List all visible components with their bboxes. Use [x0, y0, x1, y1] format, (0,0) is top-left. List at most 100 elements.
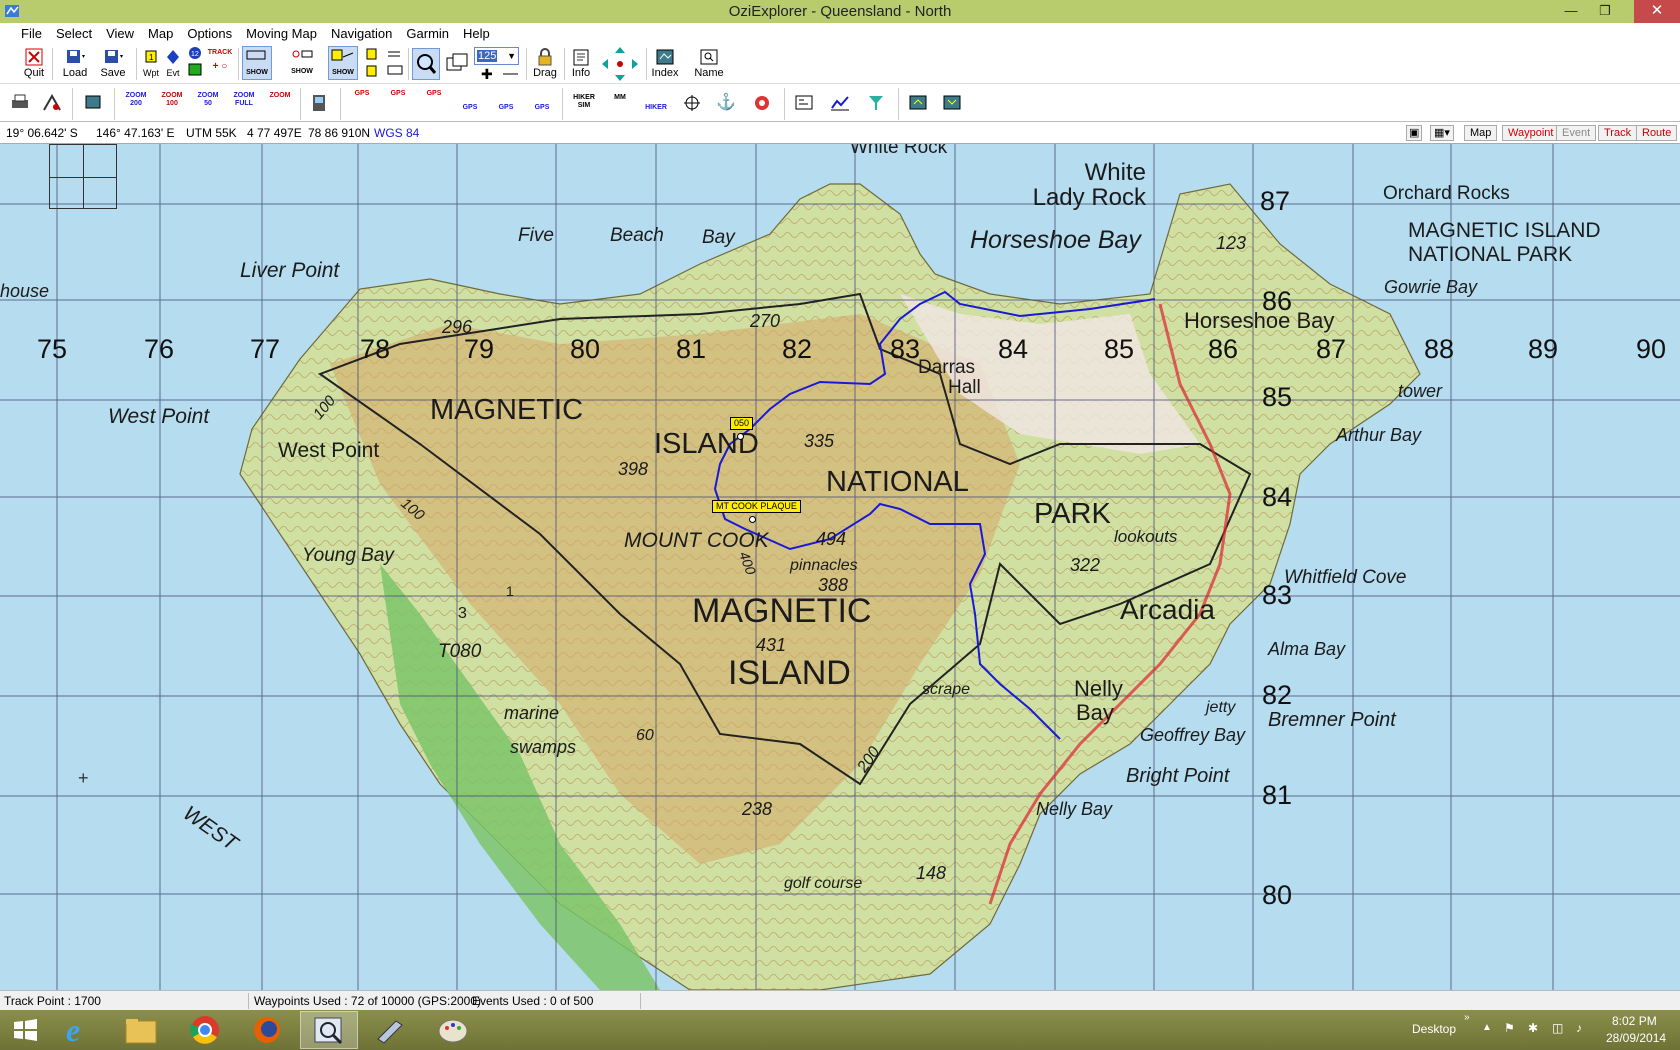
- zoom-in-icon[interactable]: ✚: [481, 66, 493, 83]
- overview-locator[interactable]: [49, 144, 117, 209]
- zoom-200-button[interactable]: ZOOM 200: [122, 92, 150, 108]
- gps-download-waypoints[interactable]: GPS: [384, 90, 412, 98]
- menu-file[interactable]: File: [14, 23, 49, 44]
- zoom-out-icon[interactable]: —: [503, 65, 518, 82]
- quit-button[interactable]: Quit: [20, 47, 48, 80]
- data-window-button[interactable]: [792, 92, 816, 114]
- altitude-plot-button[interactable]: [828, 92, 852, 114]
- start-button[interactable]: [0, 1011, 50, 1049]
- gps-setup-button[interactable]: [308, 92, 332, 114]
- event-button[interactable]: Evt: [162, 47, 184, 80]
- map-view[interactable]: + 75 76 77 78 79 80 81 82 83 84 85 86 87…: [0, 144, 1680, 990]
- taskbar-internet-explorer[interactable]: e: [52, 1011, 110, 1049]
- restore-icon[interactable]: ❐: [1590, 0, 1620, 23]
- main-toolbar: Quit Load Save 1 Wpt Evt 12 TRACK + ○ SH…: [0, 44, 1680, 84]
- moving-map-button[interactable]: MM: [606, 94, 634, 102]
- desktop-toolbar-label[interactable]: Desktop: [1412, 1022, 1456, 1036]
- object-route-button[interactable]: Route: [1636, 125, 1678, 141]
- show-track-tool[interactable]: SHOW: [328, 46, 358, 80]
- zoom-full-button[interactable]: ZOOM FULL: [230, 92, 258, 108]
- zoom-tool[interactable]: [412, 48, 440, 80]
- zoom-50-button[interactable]: ZOOM 50: [194, 92, 222, 108]
- waypoint-list-tools[interactable]: [364, 46, 408, 80]
- grid-easting-78: 78: [360, 334, 391, 364]
- route-tools[interactable]: 12: [184, 45, 206, 83]
- filter-icon: [869, 96, 883, 110]
- clock-date[interactable]: 28/09/2014: [1606, 1031, 1666, 1045]
- waypoint-button[interactable]: 1 Wpt: [140, 47, 162, 80]
- filter-button[interactable]: [864, 92, 888, 114]
- gps-transfer[interactable]: GPS: [528, 104, 556, 112]
- waypoint-mt-cook-plaque-marker[interactable]: [749, 516, 756, 523]
- close-icon[interactable]: ✕: [1634, 0, 1680, 23]
- taskbar-paint[interactable]: [424, 1011, 482, 1049]
- object-waypoint-button[interactable]: Waypoint: [1502, 125, 1560, 141]
- gps-upload-waypoints[interactable]: GPS: [348, 90, 376, 98]
- title-bar: OziExplorer - Queensland - North — ❐ ✕: [0, 0, 1680, 23]
- waypoint-050-label[interactable]: 050: [730, 417, 754, 430]
- map-window-tool[interactable]: [444, 50, 470, 78]
- zoom-100-button[interactable]: ZOOM 100: [158, 92, 186, 108]
- gps-upload-track[interactable]: GPS: [420, 90, 448, 98]
- gps-download-route[interactable]: GPS: [492, 104, 520, 112]
- taskbar-oziexplorer[interactable]: [300, 1011, 358, 1049]
- wpt-label: Wpt: [142, 68, 159, 78]
- menu-view[interactable]: View: [99, 23, 141, 44]
- zoom-box-button[interactable]: ZOOM: [266, 92, 294, 100]
- screenshot-button[interactable]: ▣: [1406, 125, 1423, 141]
- alarm-button[interactable]: [750, 92, 774, 114]
- show-map-tool[interactable]: SHOW: [242, 46, 272, 80]
- menu-garmin[interactable]: Garmin: [399, 23, 456, 44]
- map-export-button[interactable]: [940, 92, 964, 114]
- taskbar-firefox[interactable]: [238, 1011, 296, 1049]
- load-button[interactable]: Load: [58, 47, 92, 80]
- track-tools[interactable]: TRACK + ○: [206, 45, 236, 83]
- object-event-button[interactable]: Event: [1556, 125, 1597, 141]
- map-import-icon: [909, 95, 927, 110]
- menu-moving-map[interactable]: Moving Map: [239, 23, 324, 44]
- crosshair-button[interactable]: [680, 92, 704, 114]
- zoom-level-select[interactable]: 125 ▼: [474, 47, 519, 65]
- label-mount-cook: MOUNT COOK: [624, 529, 769, 552]
- menu-help[interactable]: Help: [456, 23, 497, 44]
- object-map-button[interactable]: Map: [1464, 125, 1498, 141]
- taskbar-file-explorer[interactable]: [114, 1011, 172, 1049]
- save-button[interactable]: Save: [96, 47, 130, 80]
- menu-navigation[interactable]: Navigation: [324, 23, 399, 44]
- map-import-button[interactable]: [906, 92, 930, 114]
- taskbar-app-tools[interactable]: [362, 1011, 420, 1049]
- bluetooth-icon[interactable]: ✱: [1528, 1021, 1538, 1035]
- hiker-sim-button[interactable]: HIKER SIM: [570, 94, 598, 110]
- info-button[interactable]: Info: [568, 47, 594, 80]
- menu-map[interactable]: Map: [141, 23, 180, 44]
- drag-button[interactable]: Drag: [530, 47, 560, 80]
- svg-text:1: 1: [149, 53, 154, 62]
- pan-arrows[interactable]: [600, 45, 640, 83]
- quit-label: Quit: [23, 67, 45, 79]
- tray-expand-icon[interactable]: ▲: [1482, 1022, 1492, 1033]
- save-objects-button[interactable]: ▦▾: [1430, 125, 1454, 141]
- print-button[interactable]: [8, 92, 32, 114]
- clock-time[interactable]: 8:02 PM: [1612, 1014, 1657, 1028]
- waypoint-050-marker[interactable]: [737, 433, 744, 440]
- action-center-flag-icon[interactable]: ⚑: [1504, 1021, 1515, 1035]
- object-track-button[interactable]: Track: [1598, 125, 1638, 141]
- network-icon[interactable]: ◫: [1552, 1021, 1563, 1035]
- show-waypoint-tool[interactable]: SHOW: [288, 46, 318, 80]
- name-search-button[interactable]: Name: [692, 47, 726, 80]
- menu-select[interactable]: Select: [49, 23, 99, 44]
- chevron-icon[interactable]: »: [1464, 1012, 1470, 1023]
- map-image-button[interactable]: [82, 92, 106, 114]
- index-button[interactable]: Index: [648, 47, 682, 80]
- volume-icon[interactable]: ♪: [1576, 1021, 1582, 1035]
- menu-options[interactable]: Options: [180, 23, 239, 44]
- hiker-button[interactable]: HIKER: [642, 104, 670, 112]
- gps-upload-route[interactable]: GPS: [456, 104, 484, 112]
- map-tools-button[interactable]: [40, 92, 64, 114]
- taskbar-chrome[interactable]: [176, 1011, 234, 1049]
- separator: [562, 88, 563, 120]
- minimize-icon[interactable]: —: [1556, 0, 1586, 23]
- track-point-icon: + ○: [212, 61, 228, 72]
- anchor-button[interactable]: ⚓: [714, 92, 738, 114]
- waypoint-mt-cook-plaque-label[interactable]: MT COOK PLAQUE: [712, 500, 801, 513]
